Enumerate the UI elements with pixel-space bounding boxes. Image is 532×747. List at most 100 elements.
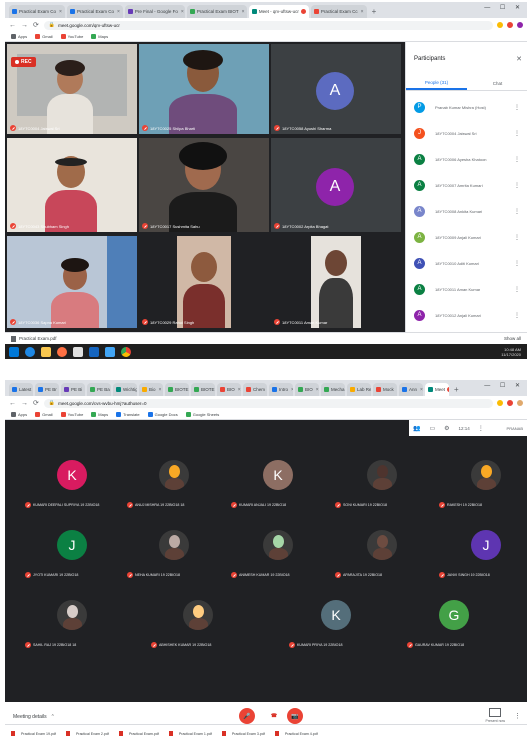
ie-icon[interactable] xyxy=(25,346,35,357)
participant-row[interactable]: J 18YTC0004 Jaiswal Sri ⋮ xyxy=(406,120,527,146)
close-icon[interactable]: × xyxy=(59,9,62,15)
browser-tab[interactable]: BIO × xyxy=(217,383,241,396)
participant-row[interactable]: A 18YTC0009 Anjali Kumari ⋮ xyxy=(406,224,527,250)
bookmark-item[interactable]: Maps xyxy=(91,34,108,39)
participant-tile[interactable]: 18YTC0025 Shilpa Bharti xyxy=(139,44,269,134)
more-icon[interactable]: ⋮ xyxy=(514,286,520,293)
chrome-icon[interactable] xyxy=(121,346,131,357)
more-icon[interactable]: ⋮ xyxy=(514,260,520,267)
download-item[interactable]: Practical Exam.pdf xyxy=(11,335,57,342)
bookmark-item[interactable]: Translate xyxy=(116,412,140,417)
participant-tile[interactable]: ABHISHEK KUMAR 19 22BIO18 xyxy=(151,594,251,660)
reload-icon[interactable]: ⟳ xyxy=(33,21,39,29)
new-tab-button[interactable]: + xyxy=(372,5,377,18)
browser-tab[interactable]: PE Bi× xyxy=(61,383,85,396)
bookmark-item[interactable]: YouTube xyxy=(60,34,83,39)
firefox-icon[interactable] xyxy=(57,346,67,357)
bookmark-item[interactable]: Gmail xyxy=(35,412,53,417)
participant-tile[interactable]: K KUMARI DEEPALI SUPRIYA 19 22BIO18 xyxy=(25,454,125,520)
browser-tab[interactable]: Chem× xyxy=(243,383,267,396)
browser-tab[interactable]: Mecha× xyxy=(321,383,345,396)
forward-icon[interactable]: → xyxy=(21,22,28,29)
twitter-icon[interactable] xyxy=(105,346,115,357)
participant-row[interactable]: A 18YTC0008 Ankita Kumari ⋮ xyxy=(406,198,527,224)
tab-chat[interactable]: Chat xyxy=(467,76,527,90)
folder-icon[interactable] xyxy=(41,346,51,357)
bookmark-item[interactable]: Maps xyxy=(91,412,108,417)
meeting-details-button[interactable]: Meeting details ⌃ xyxy=(13,714,55,720)
chat-icon[interactable]: ▭ xyxy=(429,425,435,432)
bookmark-item[interactable]: Apps xyxy=(11,34,27,39)
participant-tile[interactable]: G GAURAV KUMAR 19 22BIO18 xyxy=(407,594,507,660)
close-icon[interactable]: × xyxy=(242,9,245,15)
participant-tile[interactable]: A 18YTC0058 Ayushi Sharma xyxy=(271,44,401,134)
browser-tab[interactable]: Practical Exam Cc × xyxy=(310,5,367,18)
participant-row[interactable]: A 18YTC0011 Aman Kumar ⋮ xyxy=(406,276,527,302)
close-icon[interactable]: × xyxy=(291,387,293,393)
participant-tile[interactable]: J JYOTI KUMARI 19 22BIO18 xyxy=(25,524,125,590)
close-icon[interactable]: × xyxy=(361,9,364,15)
download-item[interactable]: Practical Exam 4.pdf xyxy=(274,731,318,736)
participant-tile[interactable]: NEHA KUMARI 19 22BIO18 xyxy=(127,524,227,590)
extension-icon[interactable] xyxy=(497,22,503,28)
participant-tile[interactable]: SONI KUMARI 19 22BIO18 xyxy=(335,454,435,520)
participant-tile[interactable]: 18YTC0036 Sapna Kumari xyxy=(7,236,137,328)
browser-tab[interactable]: Ann × xyxy=(399,383,423,396)
browser-tab[interactable]: BIOTE× xyxy=(191,383,215,396)
bookmark-item[interactable]: Apps xyxy=(11,412,27,417)
close-icon[interactable]: ✕ xyxy=(516,55,522,63)
url-field[interactable]: 🔒 meet.google.com/qrv-uftsw-ucr xyxy=(43,20,493,30)
bookmark-item[interactable]: YouTube xyxy=(60,412,83,417)
close-icon[interactable]: × xyxy=(117,9,120,15)
close-icon[interactable]: × xyxy=(159,387,162,393)
extension-icon[interactable] xyxy=(497,400,503,406)
browser-tab[interactable]: Wichtig× xyxy=(113,383,137,396)
participant-row[interactable]: A 18YTC0007 Amrita Kumari ⋮ xyxy=(406,172,527,198)
mic-off-button[interactable]: 🎤 xyxy=(239,708,255,724)
browser-tab[interactable]: PE Ba× xyxy=(87,383,111,396)
participant-tile[interactable]: ANUJ MISHRA 19 22BIO18 18 xyxy=(127,454,227,520)
participant-tile[interactable]: SAHIL RAJ 19 22BIO18 18 xyxy=(25,594,125,660)
participant-tile[interactable]: APARAJITA 19 22BIO18 xyxy=(335,524,435,590)
profile-avatar[interactable] xyxy=(517,400,523,406)
word-icon[interactable] xyxy=(89,346,99,357)
activities-icon[interactable]: ⚙ xyxy=(444,425,449,432)
participant-row[interactable]: A 18YTC0006 Ayesha Khatoon ⋮ xyxy=(406,146,527,172)
profile-avatar[interactable] xyxy=(517,22,523,28)
participant-tile[interactable]: J JANVI SINGH 19 22BIO18 xyxy=(439,524,527,590)
browser-tab[interactable]: Intro × xyxy=(269,383,293,396)
download-item[interactable]: Practical Exam 3.pdf xyxy=(221,731,265,736)
more-icon[interactable]: ⋮ xyxy=(514,182,520,189)
browser-tab[interactable]: Bio × xyxy=(139,383,163,396)
participant-tile[interactable]: K KUMARI ANJALI 19 22BIO18 xyxy=(231,454,331,520)
more-icon[interactable]: ⋮ xyxy=(514,208,520,215)
system-clock[interactable]: 10:48 AM 11/17/2020 xyxy=(501,347,527,357)
browser-tab[interactable]: Practical Exam Co × xyxy=(9,5,65,18)
participant-tile[interactable]: ANIMESH KUMAR 19 22BIO18 xyxy=(231,524,331,590)
bookmark-item[interactable]: Google Sheets xyxy=(185,412,219,417)
download-item[interactable]: Practical Exam 1.pdf xyxy=(168,731,212,736)
participant-tile[interactable]: K KUMARI PRIYA 19 22BIO18 xyxy=(289,594,389,660)
new-tab-button[interactable]: + xyxy=(454,383,459,396)
present-now-button[interactable]: Present now xyxy=(486,708,505,723)
browser-tab[interactable]: BIOTE× xyxy=(165,383,189,396)
close-icon[interactable]: × xyxy=(181,9,184,15)
participant-row[interactable]: A 18YTC0010 Aditi Kumari ⋮ xyxy=(406,250,527,276)
participant-row[interactable]: P Pranab Kumar Mishra (Host) ⋮ xyxy=(406,94,527,120)
browser-tab[interactable]: Meet - qrv-uftsw-ucr× xyxy=(248,5,309,18)
download-item[interactable]: Practical Exam 19.pdf xyxy=(11,731,56,736)
close-icon[interactable]: × xyxy=(316,387,319,393)
reload-icon[interactable]: ⟳ xyxy=(33,399,39,407)
people-icon[interactable]: 👥 xyxy=(413,425,420,432)
forward-icon[interactable]: → xyxy=(21,400,28,407)
camera-off-button[interactable]: 📷 xyxy=(287,708,303,724)
browser-tab[interactable]: Meet× xyxy=(425,383,449,396)
participant-tile[interactable]: 18YTC0043 Shubham Singh xyxy=(7,138,137,232)
participant-tile[interactable]: 18YTC0011 Aman Kumar xyxy=(271,236,401,328)
url-field[interactable]: 🔒 meet.google.com/cvs-wvbu-hmj?authuser=… xyxy=(43,398,493,408)
browser-tab[interactable]: Mock× xyxy=(373,383,397,396)
browser-tab[interactable]: Practical Exam Co × xyxy=(66,5,123,18)
participant-tile[interactable]: 18YTC0029 Rahul Singh xyxy=(139,236,269,328)
window-controls[interactable]: — ☐ ✕ xyxy=(484,4,524,11)
hang-up-button[interactable]: ☎ xyxy=(267,712,281,720)
